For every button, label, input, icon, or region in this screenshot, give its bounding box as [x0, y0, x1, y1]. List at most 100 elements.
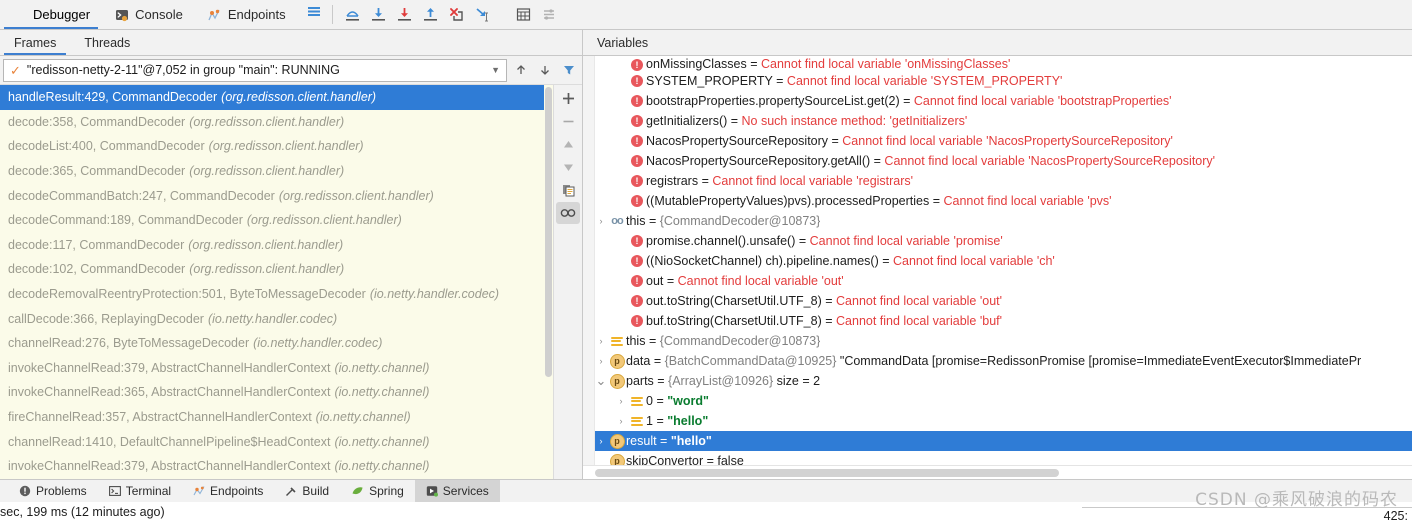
variable-equals: = — [660, 434, 671, 448]
frame-package: (io.netty.channel) — [315, 410, 411, 425]
tool-window-tab-build[interactable]: Build — [274, 480, 340, 502]
frames-scrollbar[interactable] — [544, 85, 553, 479]
step-into-icon[interactable] — [367, 4, 391, 26]
layout-settings-icon[interactable] — [302, 0, 326, 22]
copy-icon[interactable] — [556, 179, 580, 201]
frame-list-item[interactable]: invokeChannelRead:365, AbstractChannelHa… — [0, 380, 544, 405]
tool-window-tab-services[interactable]: Services — [414, 480, 500, 502]
tab-frames[interactable]: Frames — [0, 30, 70, 55]
frame-list-item[interactable]: invokeChannelRead:365, AbstractChannelHa… — [0, 479, 544, 480]
error-icon: ! — [631, 295, 643, 307]
variable-equals: = — [701, 174, 713, 188]
frame-package: (org.redisson.client.handler) — [188, 237, 344, 252]
frame-list-item[interactable]: decodeRemovalReentryProtection:501, Byte… — [0, 282, 544, 307]
variables-horizontal-scrollbar[interactable] — [583, 465, 1412, 479]
chevron-right-icon[interactable]: › — [594, 436, 608, 446]
frame-list-item[interactable]: decodeList:400, CommandDecoder (org.redis… — [0, 134, 544, 159]
move-up-icon[interactable] — [511, 60, 531, 80]
error-icon: ! — [631, 275, 643, 287]
tab-threads[interactable]: Threads — [70, 30, 144, 55]
chevron-right-icon[interactable]: › — [614, 396, 628, 406]
variables-tree[interactable]: ! onMissingClasses = Cannot find local va… — [583, 56, 1412, 465]
variable-row[interactable]: ! promise.channel().unsafe() = Cannot fin… — [583, 231, 1412, 251]
settings-lines-icon[interactable] — [538, 4, 562, 26]
variable-row[interactable]: › p data = {BatchCommandData@10925} "Comma… — [583, 351, 1412, 371]
frame-list-item[interactable]: callDecode:366, ReplayingDecoder (io.nett… — [0, 306, 544, 331]
frame-list-item[interactable]: invokeChannelRead:379, AbstractChannelHa… — [0, 356, 544, 381]
variable-row[interactable]: › oo this = {CommandDecoder@10873} — [583, 211, 1412, 231]
step-over-icon[interactable] — [341, 4, 365, 26]
chevron-right-icon[interactable]: › — [614, 416, 628, 426]
chevron-right-icon[interactable]: › — [594, 356, 608, 366]
chevron-down-icon[interactable]: ⌄ — [594, 374, 608, 387]
frames-list[interactable]: handleResult:429, CommandDecoder (org.red… — [0, 85, 544, 479]
tab-debugger[interactable]: Debugger — [0, 0, 102, 29]
add-watch-icon[interactable] — [556, 87, 580, 109]
variable-row[interactable]: ! NacosPropertySourceRepository.getAll() … — [583, 151, 1412, 171]
thread-selector-dropdown[interactable]: ✓ "redisson-netty-2-11"@7,052 in group "… — [3, 58, 507, 82]
step-out-icon[interactable] — [419, 4, 443, 26]
drop-frame-icon[interactable] — [445, 4, 469, 26]
tool-window-tab-spring[interactable]: Spring — [340, 480, 415, 502]
frame-list-item[interactable]: channelRead:1410, DefaultChannelPipeline… — [0, 429, 544, 454]
variable-row[interactable]: ! out = Cannot find local variable 'out' — [583, 271, 1412, 291]
frame-package: (org.redisson.client.handler) — [221, 90, 377, 105]
variable-row[interactable]: ! bootstrapProperties.propertySourceList.… — [583, 91, 1412, 111]
frame-list-item[interactable]: decode:365, CommandDecoder (org.redisson.… — [0, 159, 544, 184]
chevron-right-icon[interactable]: › — [594, 216, 608, 226]
frame-list-item[interactable]: decode:358, CommandDecoder (org.redisson.… — [0, 110, 544, 135]
frame-list-item[interactable]: decodeCommandBatch:247, CommandDecoder (o… — [0, 183, 544, 208]
variable-row[interactable]: › p result = "hello" — [583, 431, 1412, 451]
variable-text: ((NioSocketChannel) ch).pipeline.names()… — [646, 254, 1055, 268]
chevron-down-icon[interactable]: ▼ — [491, 65, 504, 75]
variables-panel-header: Variables — [583, 30, 1412, 55]
variable-row[interactable]: › 0 = "word" — [583, 391, 1412, 411]
variable-icon-slot: p — [608, 373, 626, 389]
variable-row[interactable]: ! ((MutablePropertyValues)pvs).processedP… — [583, 191, 1412, 211]
frame-list-item[interactable]: invokeChannelRead:379, AbstractChannelHa… — [0, 454, 544, 479]
move-down-icon[interactable] — [535, 60, 555, 80]
variable-row[interactable]: ! registrars = Cannot find local variable… — [583, 171, 1412, 191]
tab-frames-label: Frames — [14, 35, 57, 50]
frame-list-item[interactable]: handleResult:429, CommandDecoder (org.red… — [0, 85, 544, 110]
variable-row[interactable]: ! NacosPropertySourceRepository = Cannot … — [583, 131, 1412, 151]
remove-watch-icon[interactable] — [556, 110, 580, 132]
frame-list-item[interactable]: decodeCommand:189, CommandDecoder (org.re… — [0, 208, 544, 233]
variable-row[interactable]: › 1 = "hello" — [583, 411, 1412, 431]
frame-list-item[interactable]: fireChannelRead:357, AbstractChannelHand… — [0, 405, 544, 430]
variable-row[interactable]: ! ((NioSocketChannel) ch).pipeline.names(… — [583, 251, 1412, 271]
variable-name: onMissingClasses — [646, 57, 751, 71]
tab-endpoints[interactable]: Endpoints — [195, 0, 298, 29]
thread-selector-bar: ✓ "redisson-netty-2-11"@7,052 in group "… — [0, 56, 582, 85]
tool-window-tab-endpoints[interactable]: Endpoints — [182, 480, 274, 502]
move-watch-down-icon[interactable] — [556, 156, 580, 178]
variable-value: Cannot find local variable 'pvs' — [943, 194, 1112, 208]
variable-equals: = — [648, 334, 660, 348]
run-to-cursor-icon[interactable] — [471, 4, 495, 26]
variable-row[interactable]: ! out.toString(CharsetUtil.UTF_8) = Canno… — [583, 291, 1412, 311]
move-watch-up-icon[interactable] — [556, 133, 580, 155]
frame-list-item[interactable]: decode:117, CommandDecoder (org.redisson.… — [0, 233, 544, 258]
tab-console[interactable]: Console — [102, 0, 195, 29]
variable-row[interactable]: › this = {CommandDecoder@10873} — [583, 331, 1412, 351]
filter-icon[interactable] — [559, 60, 579, 80]
frame-list-item[interactable]: channelRead:276, ByteToMessageDecoder (io… — [0, 331, 544, 356]
frame-package: (io.netty.handler.codec) — [369, 287, 500, 302]
variable-row[interactable]: ! onMissingClasses = Cannot find local va… — [583, 57, 1412, 71]
force-step-into-icon[interactable] — [393, 4, 417, 26]
variable-equals: = — [653, 354, 665, 368]
frame-list-item[interactable]: decode:102, CommandDecoder (org.redisson.… — [0, 257, 544, 282]
evaluate-expression-icon[interactable] — [512, 4, 536, 26]
tool-window-tab-problems[interactable]: Problems — [8, 480, 98, 502]
tool-window-tab-label: Problems — [36, 484, 87, 498]
variable-row[interactable]: ! getInitializers() = No such instance me… — [583, 111, 1412, 131]
variable-row[interactable]: p skipConvertor = false — [583, 451, 1412, 465]
chevron-right-icon[interactable]: › — [594, 336, 608, 346]
variable-row[interactable]: ! SYSTEM_PROPERTY = Cannot find local var… — [583, 71, 1412, 91]
variable-row[interactable]: ! buf.toString(CharsetUtil.UTF_8) = Canno… — [583, 311, 1412, 331]
tool-window-tab-terminal[interactable]: Terminal — [98, 480, 182, 502]
variable-name: this — [626, 334, 649, 348]
watches-icon[interactable] — [556, 202, 580, 224]
variable-row[interactable]: ⌄ p parts = {ArrayList@10926} size = 2 — [583, 371, 1412, 391]
variable-name: buf.toString(CharsetUtil.UTF_8) — [646, 314, 826, 328]
